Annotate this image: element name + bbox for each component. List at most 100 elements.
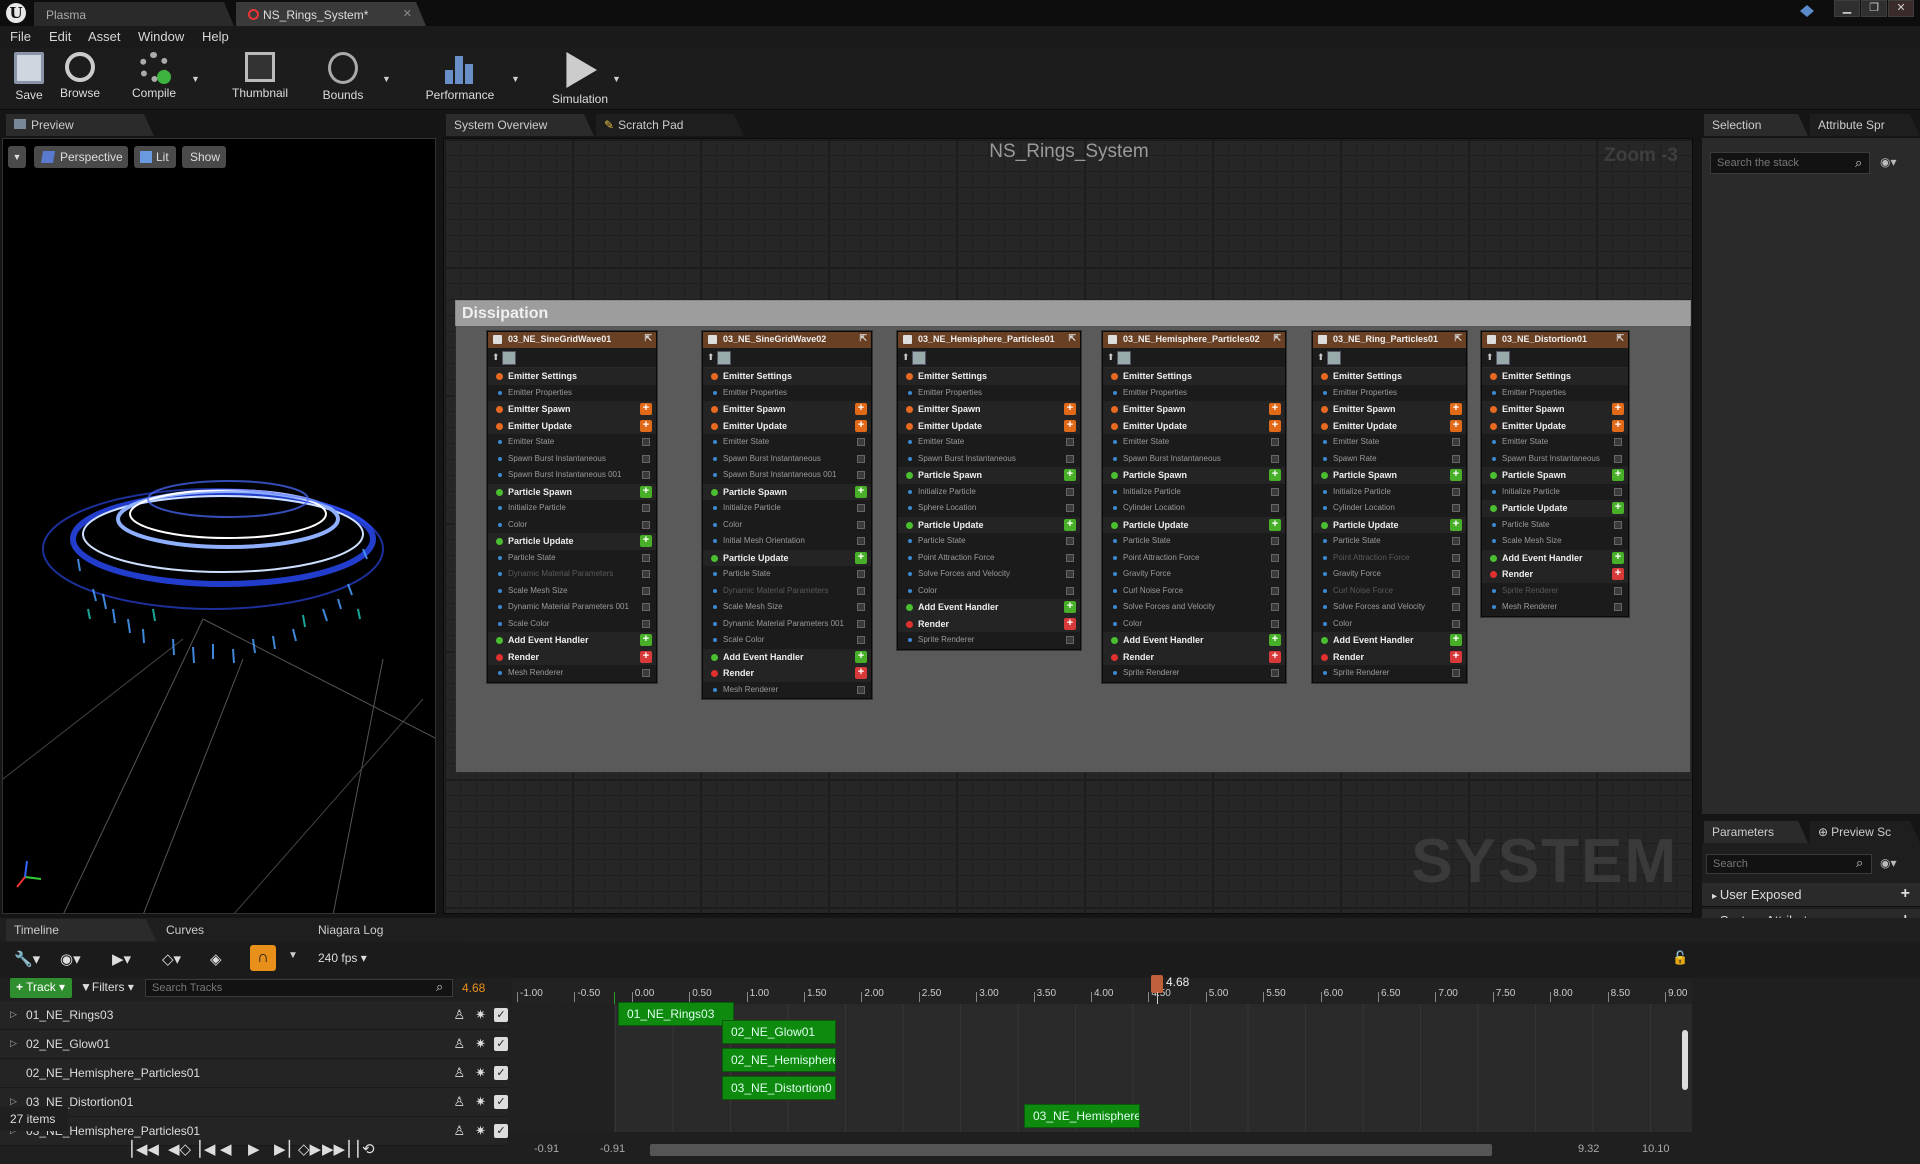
enable-checkbox[interactable] (1066, 504, 1074, 512)
stack-item[interactable]: Dynamic Material Parameters 001 (488, 599, 656, 616)
project-tab[interactable]: Plasma (34, 2, 234, 26)
stack-item[interactable]: Particle Spawn + (1313, 467, 1466, 484)
stack-item[interactable]: Emitter Update + (1103, 417, 1285, 434)
enable-checkbox[interactable] (1271, 570, 1279, 578)
stack-item[interactable]: Curl Noise Force (1103, 583, 1285, 600)
add-module-button[interactable]: + (1612, 551, 1624, 564)
visibility-icon[interactable]: ◉▾ (60, 950, 81, 968)
enable-checkbox[interactable] (642, 553, 650, 562)
stack-item[interactable]: Add Event Handler + (898, 599, 1080, 616)
stack-item[interactable]: Color (703, 517, 871, 534)
stack-item[interactable]: Gravity Force (1313, 566, 1466, 583)
close-tab-icon[interactable]: ✕ (403, 7, 412, 20)
enable-checkbox[interactable] (857, 454, 865, 463)
view-range-start[interactable]: -0.91 (534, 1143, 559, 1155)
stack-item[interactable]: Initialize Particle (1482, 484, 1628, 501)
enable-checkbox[interactable] (1066, 586, 1074, 595)
stack-item[interactable]: Emitter Settings (1103, 368, 1285, 385)
track-enabled-checkbox[interactable]: ✓ (494, 1066, 508, 1080)
add-module-button[interactable]: + (1269, 634, 1281, 646)
stack-item[interactable]: Render + (703, 665, 871, 682)
enable-checkbox[interactable] (1066, 438, 1074, 446)
stack-item[interactable]: Mesh Renderer (488, 665, 656, 682)
stack-item[interactable]: Sphere Location (898, 500, 1080, 517)
stack-item[interactable]: Particle Update + (703, 549, 871, 566)
enable-checkbox[interactable] (642, 438, 650, 446)
stack-item[interactable]: Emitter Update + (703, 417, 871, 434)
perspective-button[interactable]: Perspective (34, 146, 128, 168)
stack-item[interactable]: Solve Forces and Velocity (1103, 599, 1285, 616)
stack-item[interactable]: Point Attraction Force (1103, 550, 1285, 567)
save-button[interactable]: Save (10, 52, 48, 102)
stack-item[interactable]: Emitter Update + (1313, 417, 1466, 434)
emitter-node-title[interactable]: 03_NE_Hemisphere_Particles02 ⇱ (1103, 332, 1285, 348)
play-icon-transport[interactable]: ▶ (248, 1140, 260, 1158)
wrench-icon[interactable]: 🔧▾ (14, 950, 40, 968)
add-module-button[interactable]: + (640, 634, 652, 646)
add-module-button[interactable]: + (855, 667, 867, 679)
stack-item[interactable]: Mesh Renderer (703, 682, 871, 699)
enable-checkbox[interactable] (1066, 537, 1074, 545)
stack-item[interactable]: Particle Update + (1313, 516, 1466, 533)
stack-item[interactable]: Cylinder Location (1103, 500, 1285, 517)
vertical-scrollbar[interactable] (1682, 1030, 1688, 1090)
stack-item[interactable]: Sprite Renderer (898, 632, 1080, 649)
stack-item[interactable]: Particle Spawn + (1103, 467, 1285, 484)
bounds-dropdown-icon[interactable]: ▼ (382, 74, 391, 84)
enable-checkbox[interactable] (1452, 438, 1460, 446)
add-module-button[interactable]: + (1450, 634, 1462, 646)
enable-checkbox[interactable] (1452, 586, 1460, 595)
stack-item[interactable]: Add Event Handler + (703, 648, 871, 665)
stack-item[interactable]: Emitter Settings (1313, 368, 1466, 385)
enable-checkbox[interactable] (1066, 454, 1074, 463)
simulation-dropdown-icon[interactable]: ▼ (612, 74, 621, 84)
working-range-start[interactable]: -0.91 (600, 1143, 625, 1155)
stack-item[interactable]: Spawn Burst Instantaneous (1482, 451, 1628, 468)
stack-item[interactable]: Color (898, 583, 1080, 600)
tab-timeline[interactable]: Timeline (6, 919, 156, 941)
enable-checkbox[interactable] (857, 471, 865, 479)
step-back-key-icon[interactable]: ◀◇ (168, 1140, 191, 1158)
stack-item[interactable]: Emitter State (488, 434, 656, 451)
add-module-button[interactable]: + (855, 551, 867, 564)
stack-item[interactable]: Sprite Renderer (1482, 583, 1628, 600)
stack-item[interactable]: Emitter Properties (488, 385, 656, 402)
enable-checkbox[interactable] (1452, 504, 1460, 512)
stack-item[interactable]: Color (1103, 616, 1285, 633)
emitter-node[interactable]: 03_NE_SineGridWave01 ⇱ ⬆ Emitter Settings Em… (487, 331, 657, 683)
compile-dropdown-icon[interactable]: ▼ (191, 74, 200, 84)
enable-checkbox[interactable] (1452, 487, 1460, 496)
stack-item[interactable]: Solve Forces and Velocity (898, 566, 1080, 583)
emitter-node-title[interactable]: 03_NE_Ring_Particles01 ⇱ (1313, 332, 1466, 348)
stack-item[interactable]: Initial Mesh Orientation (703, 533, 871, 550)
timeline-segment[interactable]: 02_NE_Glow01 (722, 1020, 836, 1044)
stack-item[interactable]: Color (1313, 616, 1466, 633)
stack-item[interactable]: Emitter Properties (1103, 385, 1285, 402)
stack-item[interactable]: Emitter Spawn + (898, 401, 1080, 418)
enable-checkbox[interactable] (1452, 669, 1460, 677)
stack-item[interactable]: Render + (1313, 648, 1466, 665)
enable-checkbox[interactable] (1271, 586, 1279, 595)
stack-item[interactable]: Particle Spawn + (898, 467, 1080, 484)
current-time[interactable]: 4.68 (462, 981, 485, 995)
pin-icon[interactable]: ⬆ (1486, 352, 1494, 363)
add-module-button[interactable]: + (1612, 502, 1624, 514)
stack-item[interactable]: Particle Update + (1482, 500, 1628, 517)
open-emitter-icon[interactable]: ⇱ (1616, 333, 1624, 344)
stack-item[interactable]: Cylinder Location (1313, 500, 1466, 517)
enable-checkbox[interactable] (1452, 570, 1460, 578)
auto-key-icon[interactable]: ◈ (210, 950, 222, 968)
track-row[interactable]: ▷ 03_NE_Distortion01 ♙✷ ✓ (0, 1088, 508, 1117)
enable-checkbox[interactable] (1452, 619, 1460, 628)
stack-item[interactable]: Scale Color (488, 616, 656, 633)
maximize-button[interactable]: ❐ (1861, 0, 1887, 17)
track-enabled-checkbox[interactable]: ✓ (494, 1008, 508, 1022)
stack-item[interactable]: Spawn Burst Instantaneous 001 (488, 467, 656, 484)
enable-checkbox[interactable] (1452, 454, 1460, 463)
stack-item[interactable]: Render + (1103, 648, 1285, 665)
enable-checkbox[interactable] (642, 619, 650, 628)
add-module-button[interactable]: + (1269, 403, 1281, 415)
enable-checkbox[interactable] (857, 603, 865, 611)
add-module-button[interactable]: + (855, 485, 867, 498)
stack-item[interactable]: Dynamic Material Parameters 001 (703, 616, 871, 633)
